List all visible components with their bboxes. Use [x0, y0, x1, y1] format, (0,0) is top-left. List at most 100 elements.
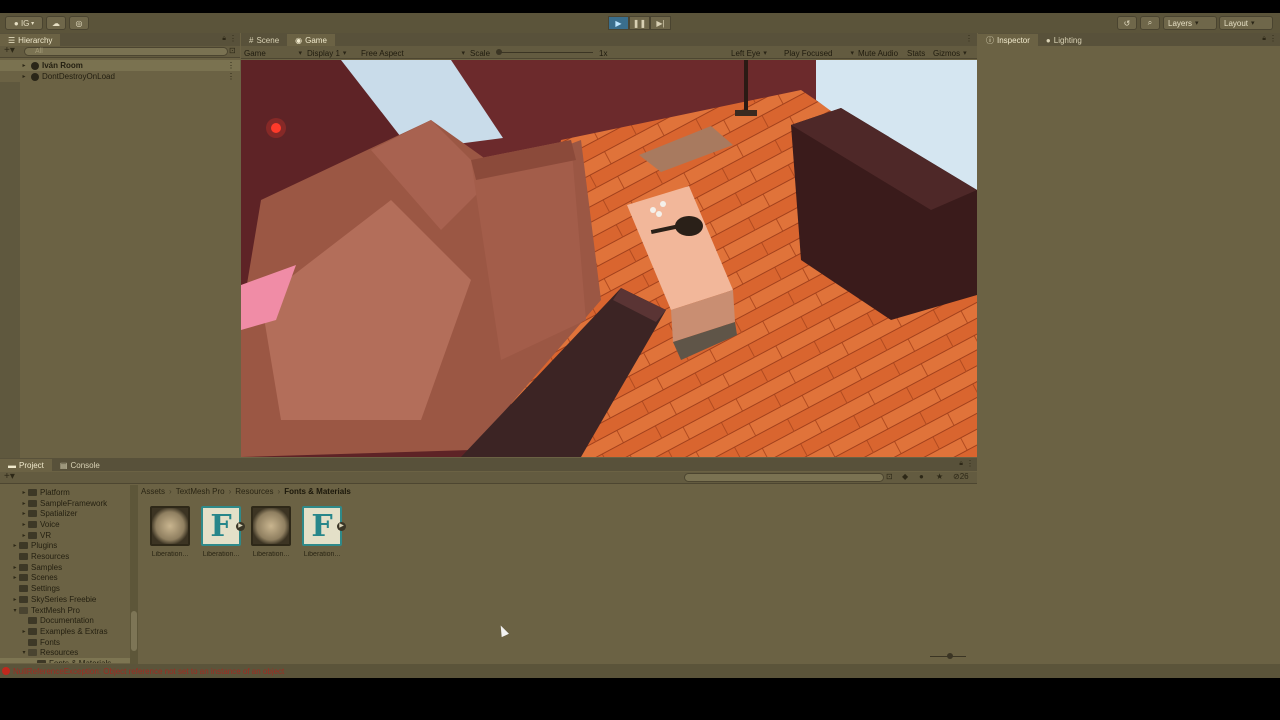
expand-arrow-icon[interactable]: ▸ [20, 73, 28, 80]
filter-icon[interactable]: ⊡ [229, 46, 236, 55]
expand-subasset-icon[interactable]: ▶ [236, 522, 245, 531]
favorite-icon[interactable]: ★ [936, 472, 943, 481]
panel-menu-icon[interactable]: ⋮ [229, 34, 237, 43]
tab-console[interactable]: ▤ Console [52, 459, 108, 471]
chevron-right-icon[interactable]: ▸ [20, 510, 28, 517]
stats-toggle[interactable]: Stats [907, 48, 925, 58]
project-tree-item[interactable]: Fonts [0, 637, 130, 648]
lock-icon[interactable]: 🔒︎ [1262, 35, 1266, 43]
layers-dropdown[interactable]: Layers [1163, 16, 1217, 30]
panel-menu-icon[interactable]: ⋮ [965, 34, 973, 43]
project-tree-item[interactable]: ▸ Platform [0, 487, 130, 498]
asset-tile[interactable]: Liberation... [148, 506, 192, 558]
project-tree-item[interactable]: Settings [0, 583, 130, 594]
mute-audio-toggle[interactable]: Mute Audio [858, 48, 898, 58]
project-tree-item[interactable]: Resources [0, 551, 130, 562]
hierarchy-search-input[interactable]: All [24, 47, 228, 56]
asset-tile[interactable]: F Liberation... ▶ [199, 506, 245, 558]
breadcrumb-item[interactable]: TextMesh Pro [176, 487, 225, 496]
scale-slider-track[interactable] [497, 52, 593, 53]
aspect-dropdown[interactable]: Free Aspect [361, 48, 465, 58]
add-icon[interactable]: +▾ [4, 45, 15, 56]
breadcrumb-current[interactable]: Fonts & Materials [284, 487, 351, 496]
eye-dropdown[interactable]: Left Eye [731, 48, 779, 58]
hierarchy-panel: +▾ All ⊡ ▸ Iván Room ⋮ ▸ DontDestroyOnLo… [0, 45, 240, 470]
chevron-right-icon[interactable]: ▸ [11, 574, 19, 581]
project-tree-item[interactable]: ▸ SampleFramework [0, 498, 130, 509]
scale-label: Scale [470, 48, 491, 58]
asset-tile[interactable]: Liberation... [249, 506, 293, 558]
expand-arrow-icon[interactable]: ▸ [20, 62, 28, 69]
row-menu-icon[interactable]: ⋮ [227, 61, 235, 70]
layout-dropdown[interactable]: Layout [1219, 16, 1273, 30]
gizmos-dropdown[interactable]: Gizmos [933, 48, 967, 58]
project-tree-item[interactable]: Fonts & Materials [0, 658, 130, 663]
search-icon[interactable]: ⌕ [1140, 16, 1160, 30]
project-tree-item[interactable]: ▸ Examples & Extras [0, 626, 130, 637]
cloud-icon[interactable]: ☁ [46, 16, 66, 30]
panel-menu-icon[interactable]: ⋮ [1269, 34, 1277, 43]
play-icon[interactable]: ▶ [608, 16, 629, 30]
game-view[interactable] [241, 60, 977, 457]
search-filter-icon[interactable]: ⊡ [886, 472, 893, 481]
project-search-input[interactable] [684, 473, 884, 482]
hierarchy-tabbar: ☰ Hierarchy 🔒︎ ⋮ [0, 33, 240, 46]
tab-project[interactable]: ▬ Project [0, 459, 52, 471]
chevron-right-icon[interactable]: ▸ [11, 542, 19, 549]
pause-icon[interactable]: ❚❚ [629, 16, 650, 30]
label-filter-icon[interactable]: ◆ [902, 472, 908, 481]
project-tree-item[interactable]: ▾ Resources [0, 648, 130, 659]
history-icon[interactable]: ↺ [1117, 16, 1137, 30]
project-tree-item[interactable]: ▸ Samples [0, 562, 130, 573]
project-tree-item[interactable]: ▸ Voice [0, 519, 130, 530]
panel-menu-icon[interactable]: ⋮ [966, 459, 974, 468]
folder-icon: ▬ [8, 460, 16, 470]
tab-lighting[interactable]: ● Lighting [1038, 34, 1090, 46]
breadcrumb-item[interactable]: Assets [141, 487, 165, 496]
chevron-right-icon[interactable]: ▸ [20, 532, 28, 539]
account-button[interactable]: ● IG ▾ [5, 16, 43, 30]
chevron-right-icon[interactable]: ▸ [20, 489, 28, 496]
chevron-right-icon[interactable]: ▸ [20, 500, 28, 507]
row-menu-icon[interactable]: ⋮ [227, 72, 235, 81]
status-bar[interactable]: NullReferenceException: Object reference… [0, 664, 1280, 678]
expand-subasset-icon[interactable]: ▶ [337, 522, 346, 531]
breadcrumb-item[interactable]: Resources [235, 487, 273, 496]
folder-icon [28, 617, 37, 625]
project-tree-item[interactable]: ▸ Spatializer [0, 508, 130, 519]
project-tree-item[interactable]: ▸ VR [0, 530, 130, 541]
hierarchy-row-scene[interactable]: ▸ Iván Room ⋮ [0, 60, 240, 71]
chevron-right-icon[interactable]: ▸ [20, 521, 28, 528]
project-tree-item[interactable]: ▸ Plugins [0, 541, 130, 552]
display-dropdown[interactable]: Display 1 [307, 48, 357, 58]
tab-inspector[interactable]: ⓘ Inspector [978, 34, 1038, 46]
chevron-down-icon[interactable]: ▾ [11, 607, 19, 614]
asset-tile[interactable]: F Liberation... ▶ [300, 506, 346, 558]
chevron-right-icon[interactable]: ▸ [20, 628, 28, 635]
info-icon: ⓘ [986, 35, 994, 45]
add-icon[interactable]: +▾ [4, 471, 15, 482]
collab-icon[interactable]: ◎ [69, 16, 89, 30]
game-mode-dropdown[interactable]: Game [244, 48, 302, 58]
project-tree-item[interactable]: ▾ TextMesh Pro [0, 605, 130, 616]
tab-scene[interactable]: # Scene [241, 34, 287, 46]
project-tree-item[interactable]: ▸ Scenes [0, 573, 130, 584]
step-icon[interactable]: ▶| [650, 16, 671, 30]
lock-icon[interactable]: 🔒︎ [959, 460, 963, 468]
hierarchy-row-dontdestroy[interactable]: ▸ DontDestroyOnLoad ⋮ [0, 71, 240, 82]
chevron-right-icon[interactable]: ▸ [11, 596, 19, 603]
project-tree-item[interactable]: Documentation [0, 615, 130, 626]
tree-item-label: Fonts & Materials [49, 659, 111, 663]
tag-icon[interactable]: ● [919, 472, 924, 481]
lock-icon[interactable]: 🔒︎ [222, 35, 226, 43]
tab-game[interactable]: ◉ Game [287, 34, 335, 46]
hidden-packages-toggle[interactable]: ⊘26 [953, 472, 969, 481]
tree-scrollbar-thumb[interactable] [131, 611, 137, 651]
zoom-slider-handle[interactable] [947, 653, 953, 659]
scale-slider-handle[interactable] [496, 49, 502, 55]
chevron-down-icon[interactable]: ▾ [20, 649, 28, 656]
tree-scrollbar[interactable] [130, 485, 138, 677]
chevron-right-icon[interactable]: ▸ [11, 564, 19, 571]
project-tree-item[interactable]: ▸ SkySeries Freebie [0, 594, 130, 605]
play-focused-dropdown[interactable]: Play Focused [784, 48, 854, 58]
